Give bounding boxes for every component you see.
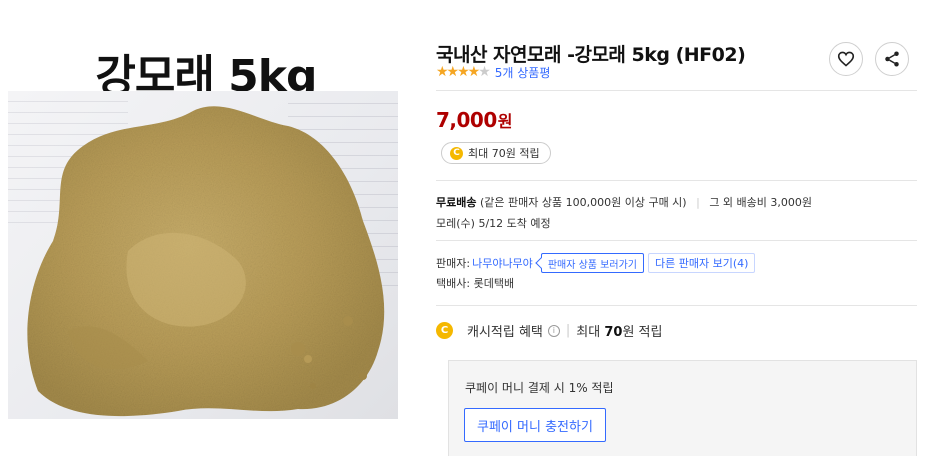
- other-sellers-button[interactable]: 다른 판매자 보기(4): [647, 253, 756, 273]
- cash-max-suffix: 원 적립: [622, 325, 663, 340]
- coupay-money-box: 쿠페이 머니 결제 시 1% 적립 쿠페이 머니 충전하기: [448, 360, 917, 456]
- sale-price: 7,000 원: [436, 108, 513, 132]
- product-image-area: 강모래 5kg: [0, 0, 412, 456]
- courier-info: 택배사: 롯데택배: [436, 275, 514, 291]
- product-title: 국내산 자연모래 -강모래 5kg (HF02): [436, 44, 746, 66]
- seller-name-link[interactable]: 나무야나무야: [472, 255, 533, 271]
- cash-max-reward: 최대 70원 적립: [576, 321, 662, 340]
- price-unit: 원: [497, 112, 513, 131]
- coin-icon: C: [436, 322, 453, 339]
- heart-icon: [837, 51, 855, 67]
- coin-icon: C: [450, 146, 463, 160]
- separator: |: [565, 323, 571, 338]
- coupay-reward-text: 쿠페이 머니 결제 시 1% 적립: [465, 381, 614, 395]
- arrival-estimate: 모레(수) 5/12 도착 예정: [436, 217, 551, 230]
- divider: [436, 240, 917, 241]
- free-shipping-label: 무료배송: [436, 196, 477, 209]
- shipping-other-fee: 그 외 배송비 3,000원: [709, 196, 813, 209]
- cash-max-prefix: 최대: [576, 325, 601, 340]
- cash-reward-row: C 캐시적립 혜택 i | 최대 70원 적립: [436, 321, 662, 340]
- wishlist-button[interactable]: [829, 42, 863, 76]
- review-count-link[interactable]: 5개 상품평: [495, 64, 551, 81]
- info-icon[interactable]: i: [547, 324, 560, 337]
- separator: |: [696, 196, 700, 209]
- reward-text: 최대 70원 적립: [468, 147, 540, 160]
- shipping-condition: (같은 판매자 상품 100,000원 이상 구매 시): [479, 196, 687, 209]
- seller-products-button[interactable]: 판매자 상품 보러가기: [540, 253, 644, 273]
- product-photo[interactable]: [8, 91, 398, 419]
- cash-reward-label: 캐시적립 혜택: [467, 325, 543, 340]
- divider: [436, 305, 917, 306]
- cash-max-amount: 70: [604, 325, 623, 340]
- product-rating[interactable]: ★★★★★ 5개 상품평: [436, 64, 550, 80]
- share-icon: [885, 51, 899, 67]
- share-button[interactable]: [875, 42, 909, 76]
- price-amount: 7,000: [436, 108, 497, 132]
- divider: [436, 180, 917, 181]
- reward-badge[interactable]: C 최대 70원 적립: [441, 142, 551, 164]
- star-rating-icons: ★★★★★: [436, 64, 491, 80]
- sand-pile-illustration: [27, 106, 385, 417]
- shipping-info: 무료배송 (같은 판매자 상품 100,000원 이상 구매 시) | 그 외 …: [436, 194, 812, 210]
- coupay-charge-button[interactable]: 쿠페이 머니 충전하기: [464, 408, 606, 442]
- seller-info: 판매자: 나무야나무야 판매자 상품 보러가기 다른 판매자 보기(4): [436, 253, 756, 273]
- divider: [436, 90, 917, 91]
- courier-name: 롯데택배: [473, 277, 515, 290]
- seller-label: 판매자:: [436, 257, 471, 270]
- courier-label: 택배사:: [436, 277, 471, 290]
